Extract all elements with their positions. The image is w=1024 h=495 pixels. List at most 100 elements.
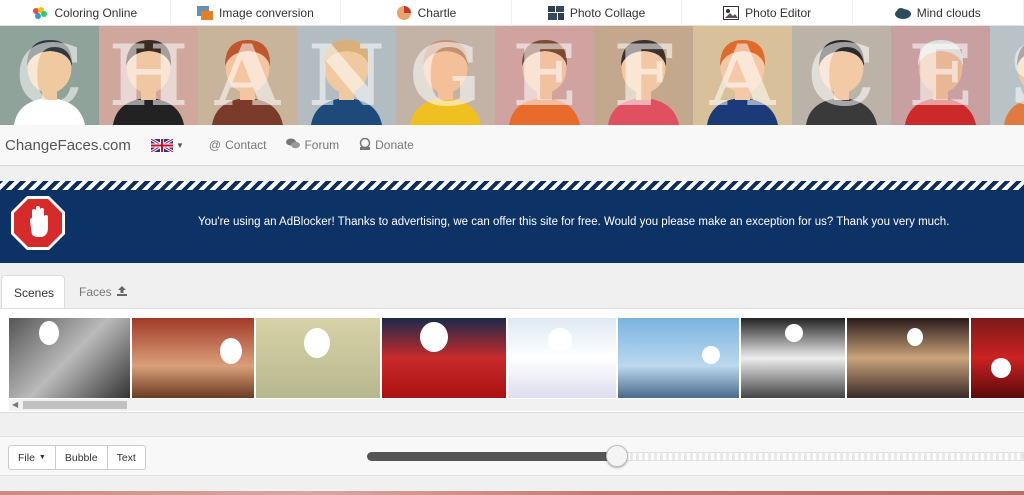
editor-toolbar: File ▼ Bubble Text <box>0 436 1024 476</box>
nav-label: Mind clouds <box>916 6 981 20</box>
contact-label: Contact <box>225 138 267 152</box>
nav-label: Image conversion <box>219 6 314 20</box>
zoom-slider[interactable] <box>367 445 1024 467</box>
site-brand[interactable]: ChangeFaces.com <box>5 137 151 154</box>
banner-letter: N <box>308 26 385 125</box>
banner-letter: E <box>512 26 577 125</box>
ad-notice-stripe <box>0 181 1024 190</box>
file-label: File <box>18 451 35 464</box>
forum-label: Forum <box>304 138 340 152</box>
scrollbar-thumb[interactable] <box>23 401 127 409</box>
adblock-message: You're using an AdBlocker! Thanks to adv… <box>198 216 950 228</box>
collage-icon <box>547 6 564 20</box>
scene-gallery: ◀ <box>0 308 1024 413</box>
banner-letter: A <box>214 26 281 125</box>
tab-faces[interactable]: Faces <box>67 275 140 309</box>
nav-coloring-online[interactable]: Coloring Online <box>0 0 171 26</box>
slider-fill <box>367 452 617 461</box>
banner-letter: C <box>808 26 875 125</box>
site-banner: CHANGEFACES <box>0 26 1024 125</box>
site-navbar: ChangeFaces.com ▼ @ Contact Forum Donate <box>0 125 1024 166</box>
adblock-notice: You're using an AdBlocker! Thanks to adv… <box>0 190 1024 263</box>
new-year-party-scene[interactable] <box>847 318 969 398</box>
bubble-label: Bubble <box>64 451 98 464</box>
banner-face-tile: S <box>990 26 1024 125</box>
nav-label: Photo Editor <box>745 6 812 20</box>
party-crowd-scene[interactable] <box>741 318 845 398</box>
banner-face-tile: E <box>891 26 990 125</box>
banner-letter: H <box>108 26 189 125</box>
bartender-scene[interactable] <box>132 318 254 398</box>
image-convert-icon <box>197 6 214 20</box>
chevron-left-icon[interactable]: ◀ <box>12 400 18 409</box>
tab-label: Faces <box>79 285 112 299</box>
banner-face-tile: N <box>297 26 396 125</box>
toolbar-button-group: File ▼ Bubble Text <box>8 445 146 470</box>
face-placeholder <box>785 324 803 342</box>
face-placeholder <box>907 328 923 346</box>
donate-icon <box>359 137 371 153</box>
nav-label: Photo Collage <box>569 6 646 20</box>
face-placeholder <box>548 328 572 352</box>
tab-label: Scenes <box>14 285 55 300</box>
football-player-scene[interactable] <box>382 318 506 398</box>
angel-baby-scene[interactable] <box>508 318 616 398</box>
lincoln-statue-scene[interactable] <box>9 318 130 398</box>
chat-icon <box>286 138 301 152</box>
nav-image-conversion[interactable]: Image conversion <box>171 0 342 26</box>
uk-flag-icon[interactable] <box>150 137 174 153</box>
nav-mind-clouds[interactable]: Mind clouds <box>853 0 1024 26</box>
face-placeholder <box>220 338 242 364</box>
top-nav: Coloring Online Image conversion Chartle… <box>0 0 1024 26</box>
banner-face-tile: C <box>0 26 99 125</box>
banner-face-tile: C <box>792 26 891 125</box>
dollar-bill-scene[interactable] <box>256 318 380 398</box>
pie-chart-icon <box>396 6 412 20</box>
banner-face-tile: A <box>693 26 792 125</box>
tab-scenes[interactable]: Scenes <box>1 275 65 309</box>
nav-label: Chartle <box>417 6 457 20</box>
banner-face-tile: G <box>396 26 495 125</box>
photo-editor-icon <box>723 6 740 20</box>
banner-letter: C <box>16 26 83 125</box>
slider-handle[interactable] <box>606 445 628 467</box>
nav-label: Coloring Online <box>54 6 138 20</box>
face-placeholder <box>39 321 59 345</box>
yoga-beach-scene[interactable] <box>618 318 739 398</box>
text-label: Text <box>116 451 136 464</box>
text-button[interactable]: Text <box>106 445 146 470</box>
canvas-edge <box>0 491 1024 495</box>
banner-face-tile: H <box>99 26 198 125</box>
banner-face-tile: A <box>198 26 297 125</box>
banner-face-tile: E <box>495 26 594 125</box>
face-placeholder <box>702 346 720 364</box>
cloud-icon <box>894 6 911 20</box>
banner-letter: E <box>908 26 973 125</box>
donate-label: Donate <box>375 138 414 152</box>
upload-icon <box>116 285 128 300</box>
at-icon: @ <box>208 138 222 152</box>
contact-link[interactable]: @ Contact <box>209 138 267 152</box>
bubble-button[interactable]: Bubble <box>54 445 108 470</box>
forum-link[interactable]: Forum <box>286 138 339 152</box>
nav-photo-collage[interactable]: Photo Collage <box>512 0 683 26</box>
scene-thumbnails <box>9 318 1024 398</box>
banner-letter: S <box>990 30 1024 122</box>
donate-link[interactable]: Donate <box>359 137 414 153</box>
face-placeholder <box>304 328 330 358</box>
nav-photo-editor[interactable]: Photo Editor <box>682 0 853 26</box>
scene-tabs: Scenes Faces <box>0 275 1024 309</box>
palette-icon <box>32 6 48 20</box>
file-button[interactable]: File ▼ <box>8 445 56 470</box>
stop-hand-icon <box>10 195 66 256</box>
face-placeholder <box>991 358 1011 378</box>
nav-chartle[interactable]: Chartle <box>341 0 512 26</box>
banner-face-tile: F <box>594 26 693 125</box>
chevron-down-icon[interactable]: ▼ <box>176 141 184 150</box>
banner-letter: F <box>613 26 674 125</box>
banner-letter: G <box>409 26 482 125</box>
banner-letter: A <box>709 26 776 125</box>
slider-track <box>617 452 1024 461</box>
santa-scene[interactable] <box>971 318 1024 398</box>
horizontal-scrollbar[interactable]: ◀ <box>9 399 1024 411</box>
